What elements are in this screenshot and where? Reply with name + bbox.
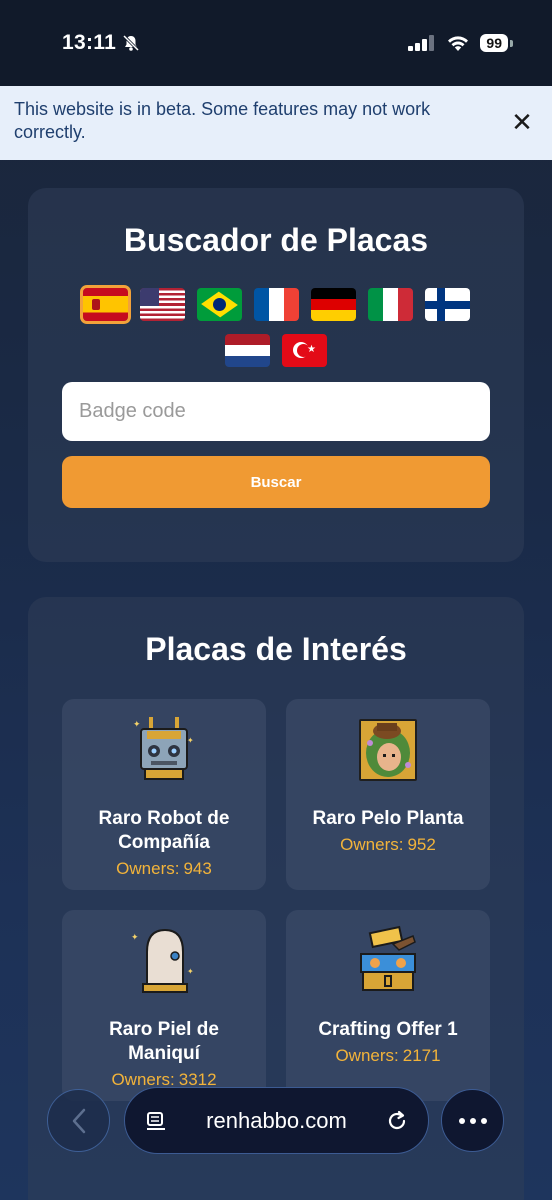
wifi-icon — [448, 36, 469, 51]
badge-name: Raro Robot de Compañía — [98, 808, 230, 853]
search-button[interactable]: Buscar — [62, 456, 490, 508]
svg-text:✦: ✦ — [131, 932, 139, 942]
status-time: 13:11 — [62, 31, 140, 55]
badge-owners: Owners: 952 — [286, 835, 490, 855]
signal-icon — [408, 35, 435, 51]
beta-banner: This website is in beta. Some features m… — [0, 86, 552, 160]
badge-card[interactable]: Raro Pelo Planta Owners: 952 — [286, 699, 490, 890]
bell-slash-icon — [123, 34, 140, 52]
more-options-button[interactable] — [441, 1089, 504, 1152]
chevron-left-icon — [72, 1108, 85, 1133]
mannequin-badge-icon: ✦ ✦ — [131, 928, 194, 993]
language-flags: ★ — [59, 285, 493, 367]
url-text: renhabbo.com — [206, 1107, 347, 1133]
badge-grid: ✦ ✦ Raro Robot de Compañía Owners: 943 R… — [62, 699, 490, 1101]
badge-owners: Owners: 943 — [62, 859, 266, 879]
owners-count: 2171 — [402, 1046, 441, 1065]
flag-br-icon[interactable] — [196, 288, 242, 321]
page-menu-icon[interactable] — [145, 1110, 167, 1132]
owners-label: Owners: — [340, 835, 404, 854]
url-bar[interactable]: renhabbo.com — [124, 1087, 429, 1154]
badge-card[interactable]: ✦ ✦ Raro Piel de Maniquí Owners: 3312 — [62, 910, 266, 1101]
plant-hair-badge-icon — [359, 719, 417, 781]
status-indicators: 99 — [408, 34, 513, 52]
badge-code-input[interactable] — [62, 382, 490, 441]
status-time-text: 13:11 — [62, 31, 117, 54]
svg-text:✦: ✦ — [187, 736, 194, 745]
svg-text:✦: ✦ — [187, 967, 194, 976]
owners-label: Owners: — [116, 859, 180, 878]
owners-count: 943 — [183, 859, 212, 878]
reload-icon[interactable] — [386, 1110, 408, 1132]
back-button[interactable] — [47, 1089, 110, 1152]
status-bar: 13:11 99 — [0, 0, 552, 86]
flag-fi-icon[interactable] — [424, 288, 470, 321]
flag-us-icon[interactable] — [139, 288, 185, 321]
badge-card[interactable]: Crafting Offer 1 Owners: 2171 — [286, 910, 490, 1101]
badge-search-card: Buscador de Placas ★ Buscar — [28, 188, 524, 562]
owners-label: Owners: — [335, 1046, 399, 1065]
flag-es-icon[interactable] — [79, 285, 131, 324]
crafting-chest-badge-icon — [360, 925, 416, 991]
close-icon[interactable]: ✕ — [510, 109, 534, 135]
flag-it-icon[interactable] — [367, 288, 413, 321]
flag-de-icon[interactable] — [310, 288, 356, 321]
more-dots-icon — [458, 1117, 487, 1124]
robot-badge-icon: ✦ ✦ — [133, 717, 194, 780]
flag-fr-icon[interactable] — [253, 288, 299, 321]
badge-name: Crafting Offer 1 — [318, 1019, 458, 1040]
svg-text:✦: ✦ — [133, 719, 141, 729]
owners-count: 952 — [407, 835, 436, 854]
interest-title: Placas de Interés — [145, 631, 407, 667]
flag-tr-icon[interactable]: ★ — [282, 334, 327, 367]
badge-owners: Owners: 2171 — [286, 1046, 490, 1066]
badge-name: Raro Piel de Maniquí — [109, 1019, 219, 1064]
battery-icon: 99 — [480, 34, 513, 52]
flag-nl-icon[interactable] — [225, 334, 270, 367]
search-title: Buscador de Placas — [123, 222, 429, 258]
beta-banner-text: This website is in beta. Some features m… — [14, 99, 431, 142]
badge-card[interactable]: ✦ ✦ Raro Robot de Compañía Owners: 943 — [62, 699, 266, 890]
badge-name: Raro Pelo Planta — [312, 808, 464, 829]
